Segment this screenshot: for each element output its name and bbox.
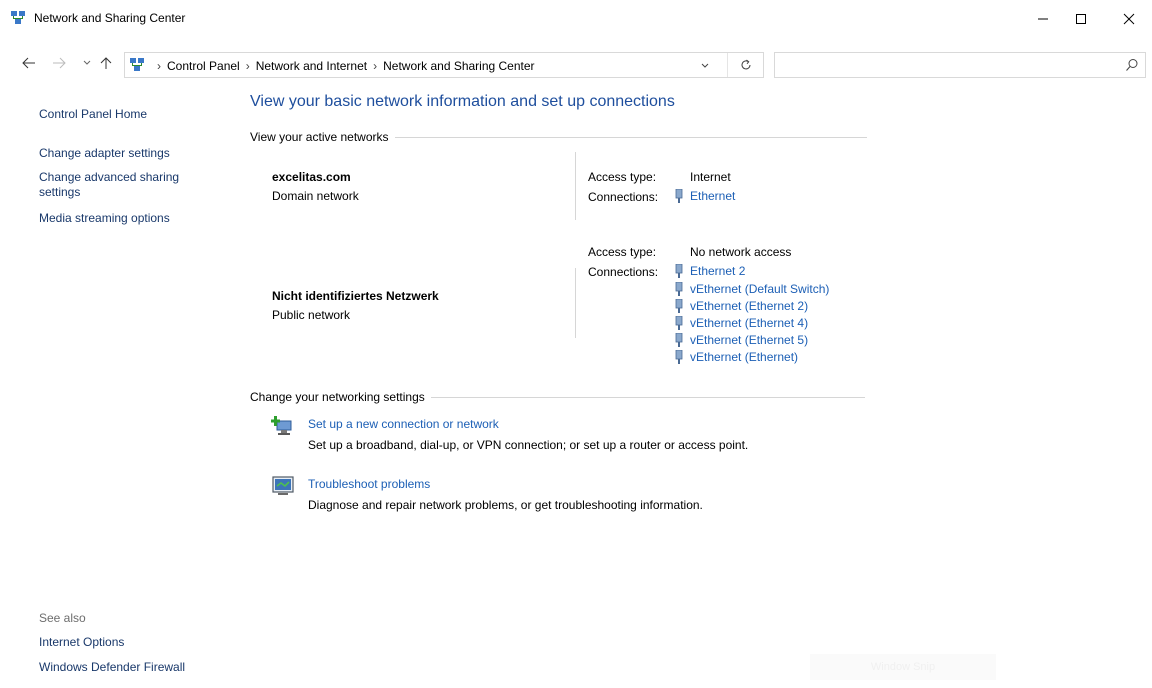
divider — [575, 152, 576, 220]
ethernet-plug-icon — [675, 299, 683, 313]
active-networks-heading: View your active networks — [250, 130, 867, 144]
troubleshoot-icon[interactable] — [271, 474, 295, 498]
forward-button[interactable] — [50, 54, 68, 72]
network-center-icon — [129, 57, 145, 73]
see-also-label: See also — [39, 611, 86, 625]
setup-new-connection-link[interactable]: Set up a new connection or network — [308, 417, 499, 431]
connection-vethernet-ethernet[interactable]: vEthernet (Ethernet) — [690, 350, 798, 364]
address-bar[interactable]: › Control Panel › Network and Internet › Netw… — [124, 52, 764, 78]
breadcrumb-network-and-internet[interactable]: Network and Internet — [256, 59, 367, 73]
access-type-value: No network access — [690, 245, 792, 259]
connection-link[interactable]: Ethernet — [674, 189, 735, 203]
network-name: excelitas.com — [272, 170, 351, 184]
back-button[interactable] — [20, 54, 38, 72]
troubleshoot-problems-link[interactable]: Troubleshoot problems — [308, 477, 430, 491]
breadcrumb-control-panel[interactable]: Control Panel — [167, 59, 240, 73]
networking-settings-heading-text: Change your networking settings — [250, 390, 425, 404]
access-type-label: Access type: — [588, 170, 657, 184]
connection-vethernet-ethernet-4[interactable]: vEthernet (Ethernet 4) — [690, 316, 808, 330]
network-center-icon — [10, 10, 26, 26]
window-title: Network and Sharing Center — [34, 11, 186, 25]
sidebar-item-media-streaming-options[interactable]: Media streaming options — [39, 211, 170, 225]
network-category: Domain network — [272, 189, 359, 203]
breadcrumb-network-and-sharing-center[interactable]: Network and Sharing Center — [383, 59, 534, 73]
window-snip-overlay: Window Snip — [810, 654, 996, 680]
sidebar-item-internet-options[interactable]: Internet Options — [39, 635, 124, 649]
ethernet-plug-icon — [675, 282, 683, 296]
search-box[interactable] — [774, 52, 1146, 78]
connection-ethernet[interactable]: Ethernet — [690, 189, 735, 203]
breadcrumb: › Control Panel › Network and Internet › Netw… — [151, 59, 535, 73]
maximize-button[interactable] — [1058, 0, 1104, 38]
divider — [430, 396, 865, 398]
refresh-button[interactable] — [727, 53, 763, 77]
connection-link[interactable]: Ethernet 2 — [674, 264, 745, 278]
connection-link[interactable]: vEthernet (Default Switch) — [674, 282, 829, 296]
sidebar-item-windows-defender-firewall[interactable]: Windows Defender Firewall — [39, 660, 185, 674]
connection-link[interactable]: vEthernet (Ethernet 5) — [674, 333, 808, 347]
recent-locations-chevron-icon[interactable] — [78, 54, 96, 72]
search-input[interactable] — [781, 56, 1101, 74]
up-button[interactable] — [97, 54, 115, 72]
sidebar-item-change-advanced-sharing-settings[interactable]: Change advanced sharing settings — [39, 170, 209, 200]
sidebar-item-change-adapter-settings[interactable]: Change adapter settings — [39, 146, 170, 160]
new-connection-icon[interactable] — [271, 414, 295, 438]
divider — [575, 268, 576, 338]
connection-link[interactable]: vEthernet (Ethernet) — [674, 350, 798, 364]
ethernet-plug-icon — [675, 316, 683, 330]
network-name: Nicht identifiziertes Netzwerk — [272, 289, 439, 303]
access-type-value: Internet — [690, 170, 731, 184]
address-dropdown-chevron-icon[interactable] — [697, 58, 713, 74]
search-icon[interactable] — [1125, 58, 1139, 72]
connections-label: Connections: — [588, 265, 659, 279]
connection-vethernet-ethernet-5[interactable]: vEthernet (Ethernet 5) — [690, 333, 808, 347]
connection-vethernet-ethernet-2[interactable]: vEthernet (Ethernet 2) — [690, 299, 808, 313]
active-networks-heading-text: View your active networks — [250, 130, 389, 144]
breadcrumb-chevron-icon[interactable]: › — [373, 59, 377, 73]
connection-vethernet-default-switch[interactable]: vEthernet (Default Switch) — [690, 282, 829, 296]
connections-label: Connections: — [588, 190, 659, 204]
title-bar: Network and Sharing Center — [0, 0, 1152, 38]
close-button[interactable] — [1106, 0, 1152, 38]
connection-link[interactable]: vEthernet (Ethernet 2) — [674, 299, 808, 313]
divider — [394, 136, 867, 138]
ethernet-plug-icon — [675, 264, 683, 278]
page-title: View your basic network information and … — [250, 93, 675, 110]
sidebar-item-control-panel-home[interactable]: Control Panel Home — [39, 107, 147, 121]
setup-new-connection-description: Set up a broadband, dial-up, or VPN conn… — [308, 438, 749, 452]
access-type-label: Access type: — [588, 245, 657, 259]
connection-link[interactable]: vEthernet (Ethernet 4) — [674, 316, 808, 330]
breadcrumb-chevron-icon[interactable]: › — [246, 59, 250, 73]
network-category: Public network — [272, 308, 351, 322]
ethernet-plug-icon — [675, 333, 683, 347]
address-row: › Control Panel › Network and Internet › Netw… — [0, 48, 1152, 80]
ethernet-plug-icon — [675, 350, 683, 364]
breadcrumb-chevron-icon[interactable]: › — [157, 59, 161, 73]
troubleshoot-problems-description: Diagnose and repair network problems, or… — [308, 498, 703, 512]
connection-ethernet-2[interactable]: Ethernet 2 — [690, 264, 745, 278]
ethernet-plug-icon — [675, 189, 683, 203]
networking-settings-heading: Change your networking settings — [250, 390, 865, 404]
